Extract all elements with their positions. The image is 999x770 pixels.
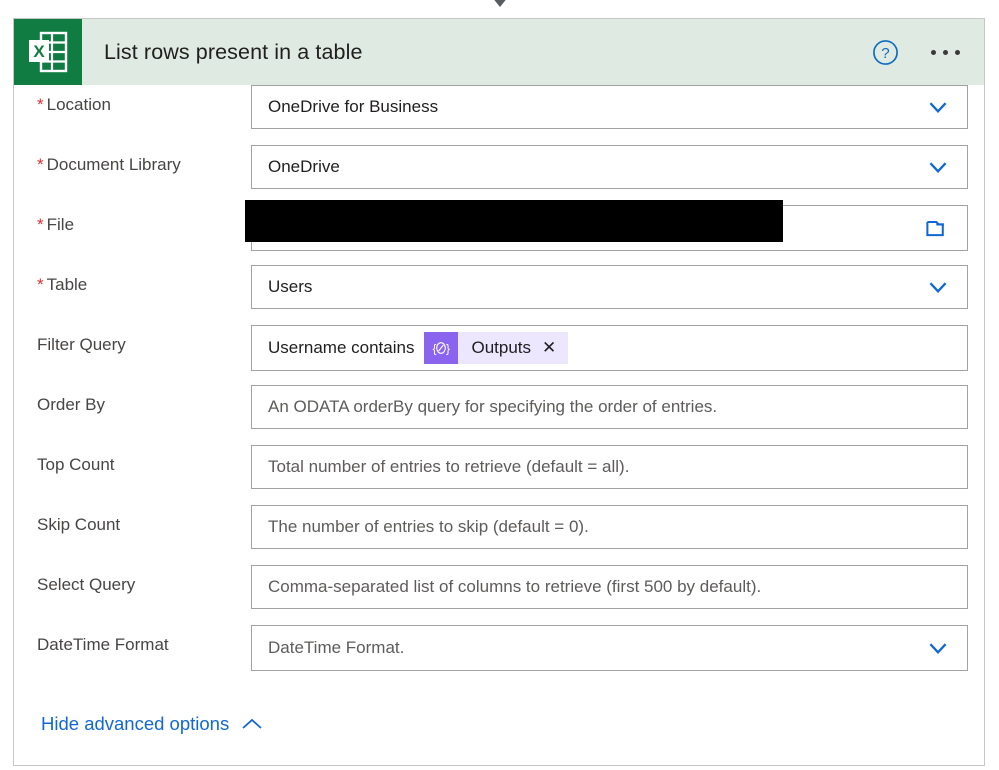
skip-count-input[interactable]: The number of entries to skip (default =… [251, 505, 968, 549]
redacted-file-value [245, 200, 783, 242]
field-control-filter-query: Username contains { } Outputs ✕ [251, 325, 968, 371]
field-control-skip-count: The number of entries to skip (default =… [251, 505, 968, 549]
field-label-document-library: * Document Library [37, 155, 181, 174]
field-label-location: * Location [37, 95, 111, 114]
field-label-skip-count: Skip Count [37, 515, 121, 534]
svg-text:{: { [433, 342, 437, 356]
filter-query-input[interactable]: Username contains { } Outputs ✕ [251, 325, 968, 371]
datetime-format-dropdown[interactable]: DateTime Format. [251, 625, 968, 671]
field-label-datetime-format: DateTime Format [37, 635, 169, 654]
field-control-location: OneDrive for Business [251, 85, 968, 129]
order-by-input[interactable]: An ODATA orderBy query for specifying th… [251, 385, 968, 429]
card-header[interactable]: X List rows present in a table ? [14, 18, 984, 85]
chevron-down-icon[interactable] [925, 154, 951, 180]
skip-count-placeholder: The number of entries to skip (default =… [268, 517, 589, 536]
datetime-format-placeholder: DateTime Format. [268, 638, 405, 657]
hide-advanced-options-label: Hide advanced options [41, 713, 230, 734]
action-card: X List rows present in a table ? * Locat… [13, 18, 985, 766]
top-count-input[interactable]: Total number of entries to retrieve (def… [251, 445, 968, 489]
field-row-table: * Table Users [14, 265, 984, 325]
filter-query-value: Username contains [268, 338, 415, 357]
location-value: OneDrive for Business [268, 97, 439, 116]
field-row-order-by: Order By An ODATA orderBy query for spec… [14, 385, 984, 445]
required-indicator: * [37, 275, 44, 294]
header-actions: ? [872, 39, 984, 66]
field-control-table: Users [251, 265, 968, 309]
table-value: Users [268, 277, 313, 296]
flow-connector [0, 0, 999, 18]
field-control-order-by: An ODATA orderBy query for specifying th… [251, 385, 968, 429]
file-picker-input[interactable] [245, 200, 968, 251]
required-indicator: * [37, 155, 44, 174]
flow-action-card-screen: X List rows present in a table ? * Locat… [0, 0, 999, 770]
field-row-location: * Location OneDrive for Business [14, 85, 984, 145]
required-indicator: * [37, 215, 44, 234]
field-row-top-count: Top Count Total number of entries to ret… [14, 445, 984, 505]
svg-text:?: ? [881, 45, 889, 62]
chevron-down-icon[interactable] [925, 635, 951, 661]
top-count-placeholder: Total number of entries to retrieve (def… [268, 457, 630, 476]
field-row-skip-count: Skip Count The number of entries to skip… [14, 505, 984, 565]
field-control-file [245, 200, 968, 251]
field-row-document-library: * Document Library OneDrive [14, 145, 984, 205]
chevron-down-icon[interactable] [925, 94, 951, 120]
folder-icon[interactable] [925, 215, 953, 241]
expression-icon: { } [424, 332, 459, 364]
svg-text:X: X [33, 42, 45, 61]
field-control-select-query: Comma-separated list of columns to retri… [251, 565, 968, 609]
field-control-document-library: OneDrive [251, 145, 968, 189]
svg-text:}: } [446, 342, 450, 356]
token-label: Outputs [471, 338, 532, 357]
hide-advanced-options-link[interactable]: Hide advanced options [14, 685, 263, 735]
document-library-value: OneDrive [268, 157, 340, 176]
field-row-select-query: Select Query Comma-separated list of col… [14, 565, 984, 625]
field-label-order-by: Order By [37, 395, 106, 414]
order-by-placeholder: An ODATA orderBy query for specifying th… [268, 397, 718, 416]
arrow-down-icon [487, 0, 513, 7]
field-label-top-count: Top Count [37, 455, 115, 474]
table-dropdown[interactable]: Users [251, 265, 968, 309]
field-row-datetime-format: DateTime Format DateTime Format. [14, 625, 984, 685]
chevron-up-icon [242, 718, 262, 729]
card-body: * Location OneDrive for Business * Documen… [14, 85, 984, 735]
dynamic-content-token[interactable]: { } Outputs ✕ [424, 332, 569, 364]
ellipsis-icon[interactable] [929, 44, 962, 61]
help-circle-icon[interactable]: ? [872, 39, 899, 66]
field-label-filter-query: Filter Query [37, 335, 126, 354]
field-row-file: * File [14, 200, 984, 265]
required-indicator: * [37, 95, 44, 114]
field-label-file: * File [37, 215, 75, 234]
chevron-down-icon[interactable] [925, 274, 951, 300]
field-control-datetime-format: DateTime Format. [251, 625, 968, 671]
close-icon[interactable]: ✕ [542, 332, 568, 364]
location-dropdown[interactable]: OneDrive for Business [251, 85, 968, 129]
document-library-dropdown[interactable]: OneDrive [251, 145, 968, 189]
field-control-top-count: Total number of entries to retrieve (def… [251, 445, 968, 489]
field-label-table: * Table [37, 275, 88, 294]
card-title: List rows present in a table [104, 39, 363, 64]
field-row-filter-query: Filter Query Username contains { } Outpu… [14, 325, 984, 385]
field-label-select-query: Select Query [37, 575, 136, 594]
excel-icon: X [14, 19, 82, 85]
select-query-input[interactable]: Comma-separated list of columns to retri… [251, 565, 968, 609]
select-query-placeholder: Comma-separated list of columns to retri… [268, 577, 762, 596]
